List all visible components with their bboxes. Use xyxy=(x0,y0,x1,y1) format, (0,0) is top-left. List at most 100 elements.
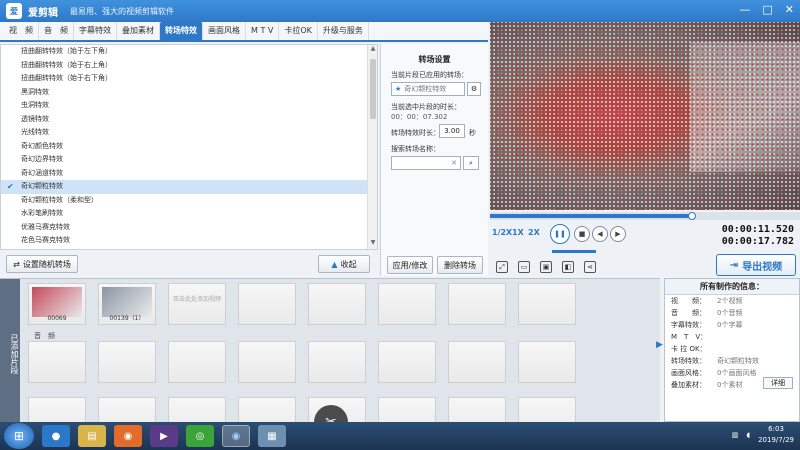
effect-item[interactable]: 透镜特效 xyxy=(1,113,377,127)
export-video-button[interactable]: ⇥ 导出视频 xyxy=(716,254,796,276)
effects-scrollbar[interactable]: ▲ ▼ xyxy=(367,45,377,249)
media-player-icon[interactable]: ● xyxy=(42,425,70,447)
effect-item[interactable]: 优雅马赛克特效 xyxy=(1,221,377,235)
timeline-slot[interactable] xyxy=(378,341,436,383)
timeline-slot[interactable] xyxy=(518,283,576,325)
timeline-slot[interactable] xyxy=(448,283,506,325)
tab-4[interactable]: 转场特效 xyxy=(160,22,203,40)
effect-label: 水彩笔刷特效 xyxy=(21,209,63,217)
effect-item[interactable]: 花色马赛克特效 xyxy=(1,234,377,248)
window-app-icon[interactable]: ▦ xyxy=(258,425,286,447)
info-key: 转场特效： xyxy=(671,357,706,365)
video-clip[interactable]: 00069 xyxy=(28,283,86,325)
search-label: 搜索转场名称： xyxy=(391,145,440,153)
tab-2[interactable]: 字幕特效 xyxy=(74,22,117,40)
collapse-button[interactable]: ▲ 收起 xyxy=(318,255,370,273)
tab-0[interactable]: 视 频 xyxy=(4,22,39,40)
tab-8[interactable]: 升级与服务 xyxy=(318,22,369,40)
effect-label: 花色马赛克特效 xyxy=(21,236,70,244)
timeline-slot[interactable] xyxy=(518,341,576,383)
progress-knob[interactable] xyxy=(687,212,696,220)
preview-transition-button[interactable]: ⚙ xyxy=(467,82,481,96)
info-key: 叠加素材： xyxy=(671,381,706,389)
timeline-slot[interactable] xyxy=(28,341,86,383)
apply-transition-button[interactable]: 应用/修改 xyxy=(387,256,433,274)
timeline-slot[interactable] xyxy=(168,341,226,383)
effect-item[interactable]: 光线特效 xyxy=(1,126,377,140)
tab-3[interactable]: 叠加素材 xyxy=(117,22,160,40)
collapse-info-icon[interactable]: ▶ xyxy=(656,340,664,354)
search-input[interactable]: ✕ xyxy=(391,156,461,170)
effect-item[interactable]: 虫洞特效 xyxy=(1,99,377,113)
timeline-slot[interactable] xyxy=(448,341,506,383)
info-row: 音 频： 0个音频 xyxy=(665,307,799,319)
effect-item[interactable]: 奇幻颜色特效 xyxy=(1,140,377,154)
scroll-up-icon[interactable]: ▲ xyxy=(368,45,377,55)
applied-label: 当前片段已应用的转场： xyxy=(391,71,468,79)
random-transition-button[interactable]: ⇄ 设置随机转场 xyxy=(6,255,78,273)
tab-7[interactable]: 卡拉OK xyxy=(279,22,318,40)
green-app-icon[interactable]: ◎ xyxy=(186,425,214,447)
detail-button[interactable]: 详细 xyxy=(763,377,793,389)
speed-double[interactable]: 2X xyxy=(528,228,540,237)
effect-item[interactable]: 黑洞特效 xyxy=(1,86,377,100)
timeline-slot[interactable] xyxy=(308,283,366,325)
tab-6[interactable]: M T V xyxy=(246,22,280,40)
file-explorer-icon[interactable]: ▤ xyxy=(78,425,106,447)
volume-slider[interactable] xyxy=(552,250,596,253)
video-editor-icon[interactable]: ▶ xyxy=(150,425,178,447)
search-button[interactable]: ⌕ xyxy=(463,156,479,170)
fullscreen-icon[interactable]: ⤢ xyxy=(496,261,508,273)
next-frame-button[interactable]: ▶ xyxy=(610,226,626,242)
effect-item[interactable]: 扭曲翻转特效（始于左下角） xyxy=(1,45,377,59)
effect-label: 真空吸力特效（向右吸） xyxy=(21,250,98,251)
effect-item[interactable]: 扭曲翻转特效（始于右上角） xyxy=(1,59,377,73)
total-time: 00:00:17.782 xyxy=(721,236,794,247)
clock[interactable]: 6:03 2019/7/29 xyxy=(758,424,794,446)
timeline-slot[interactable] xyxy=(238,341,296,383)
video-clip[interactable]: 00139（1） xyxy=(98,283,156,325)
timeline-slot[interactable] xyxy=(238,283,296,325)
aijianji-taskbar-icon[interactable]: ◉ xyxy=(222,425,250,447)
scroll-down-icon[interactable]: ▼ xyxy=(368,239,377,249)
effect-item[interactable]: 真空吸力特效（向右吸） xyxy=(1,248,377,251)
clear-icon[interactable]: ✕ xyxy=(451,159,457,167)
speed-half[interactable]: 1/2X xyxy=(492,228,512,237)
info-title: 所有制作的信息： xyxy=(665,279,799,295)
playback-progress-bar[interactable] xyxy=(490,212,800,220)
snapshot-icon[interactable]: ◧ xyxy=(562,261,574,273)
volume-icon[interactable]: ◖ xyxy=(746,431,750,439)
previous-frame-button[interactable]: ◀ xyxy=(592,226,608,242)
effect-item[interactable]: ✔ 奇幻颗粒特效 xyxy=(1,180,377,194)
timeline-slot[interactable]: 双击此处添加视频 xyxy=(168,283,226,325)
save-icon[interactable]: ▣ xyxy=(540,261,552,273)
effect-item[interactable]: 水彩笔刷特效 xyxy=(1,207,377,221)
effect-duration-input[interactable]: 3.00 xyxy=(439,124,465,138)
timeline-slot[interactable] xyxy=(378,283,436,325)
minimize-button[interactable]: — xyxy=(739,3,750,16)
stop-button[interactable]: ■ xyxy=(574,226,590,242)
network-icon[interactable]: ▥ xyxy=(732,431,739,439)
start-button[interactable]: ⊞ xyxy=(4,423,34,449)
timeline-slot[interactable] xyxy=(308,341,366,383)
speed-normal[interactable]: 1X xyxy=(512,228,524,237)
share-icon[interactable]: ⋖ xyxy=(584,261,596,273)
effect-item[interactable]: 奇幻涵道特效 xyxy=(1,167,377,181)
seconds-unit: 秒 xyxy=(469,129,476,137)
effect-label: 扭曲翻转特效（始于左下角） xyxy=(21,47,112,55)
maximize-button[interactable]: □ xyxy=(762,3,772,16)
folder-icon[interactable]: ▭ xyxy=(518,261,530,273)
current-time: 00:00:11.520 xyxy=(721,224,794,235)
effect-item[interactable]: 奇幻边界特效 xyxy=(1,153,377,167)
video-track: 00069 00139（1） 双击此处添加视频 xyxy=(28,283,580,325)
effect-item[interactable]: 扭曲翻转特效（始于右下角） xyxy=(1,72,377,86)
close-button[interactable]: ✕ xyxy=(785,3,794,16)
timeline-slot[interactable] xyxy=(98,341,156,383)
tab-5[interactable]: 画面风格 xyxy=(203,22,246,40)
pause-button[interactable]: ❚❚ xyxy=(550,224,570,244)
tab-1[interactable]: 音 频 xyxy=(39,22,74,40)
delete-transition-button[interactable]: 删除转场 xyxy=(437,256,483,274)
firefox-icon[interactable]: ◉ xyxy=(114,425,142,447)
scroll-thumb[interactable] xyxy=(370,59,376,119)
effect-item[interactable]: 奇幻颗粒特效（柔和型） xyxy=(1,194,377,208)
